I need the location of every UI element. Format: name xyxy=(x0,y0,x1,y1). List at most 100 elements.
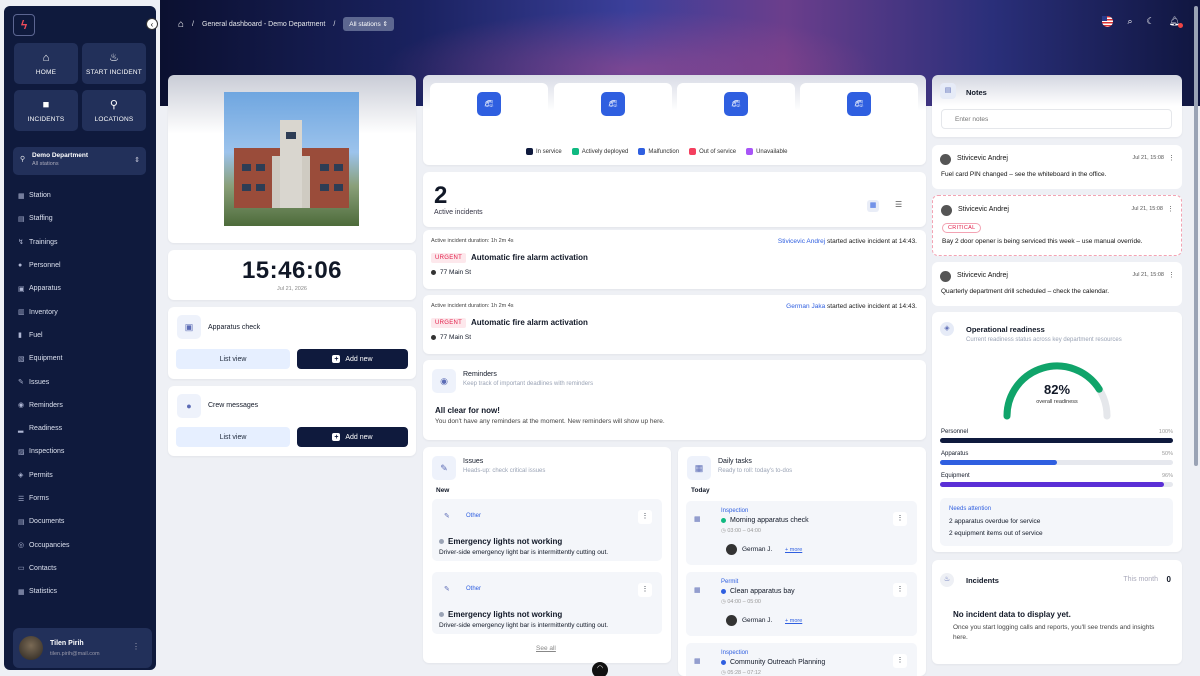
task-title-text: Morning apparatus check xyxy=(730,517,809,524)
sidebar-item-trainings[interactable]: ↯ Trainings xyxy=(13,231,146,254)
issue-item[interactable]: ✎ Other ⋮ Emergency lights not working Drive… xyxy=(432,572,662,634)
incident-duration: Active incident duration: 1h 2m 4s xyxy=(431,238,514,244)
quick-locations-button[interactable]: ⚲ LOCATIONS xyxy=(82,90,146,131)
reminders-empty-title: All clear for now! xyxy=(435,406,500,415)
bell-icon[interactable]: 🔔︎ xyxy=(1169,16,1183,28)
more-options-icon[interactable]: ⋮ xyxy=(893,512,907,526)
sidebar-item-fuel[interactable]: ▮ Fuel xyxy=(13,324,146,347)
breadcrumb: ⌂ / General dashboard - Demo Department … xyxy=(178,16,394,32)
app-logo-icon[interactable]: ϟ xyxy=(13,14,35,36)
sidebar-item-personnel[interactable]: ● Personnel xyxy=(13,254,146,277)
more-options-icon[interactable]: ⋮ xyxy=(1168,154,1175,162)
sidebar-item-apparatus[interactable]: ▣ Apparatus xyxy=(13,277,146,300)
apparatus-add-new-button[interactable]: + Add new xyxy=(297,349,408,369)
grid-view-icon[interactable]: ▦ xyxy=(867,200,879,212)
sidebar-item-forms[interactable]: ☰ Forms xyxy=(13,487,146,510)
sidebar-item-statistics[interactable]: ▦ Statistics xyxy=(13,580,146,603)
more-options-icon[interactable]: ⋮ xyxy=(893,654,907,668)
dark-mode-icon[interactable]: ☾ xyxy=(1146,16,1154,27)
note-item[interactable]: Stivicevic Andrej Jul 21, 15:08 ⋮ Fuel card… xyxy=(932,145,1182,189)
sidebar-item-inventory[interactable]: ▥ Inventory xyxy=(13,300,146,323)
more-users-link[interactable]: + more xyxy=(785,547,802,553)
us-flag-icon[interactable] xyxy=(1102,16,1114,27)
department-selector[interactable]: ⚲ Demo Department All stations ⇕ xyxy=(13,147,146,175)
more-options-icon[interactable]: ⋮ xyxy=(638,510,652,524)
issue-title-text: Emergency lights not working xyxy=(448,537,563,546)
sidebar-item-permits[interactable]: ◈ Permits xyxy=(13,464,146,487)
breadcrumb-separator: / xyxy=(333,20,336,28)
apparatus-tile[interactable]: 🚒︎ xyxy=(554,83,672,140)
sidebar-item-station[interactable]: ▦ Station xyxy=(13,184,146,207)
incident-user-link[interactable]: Stivicevic Andrej xyxy=(778,238,825,245)
quick-start-incident-button[interactable]: ♨ START INCIDENT xyxy=(82,43,146,84)
apparatus-list-view-button[interactable]: List view xyxy=(176,349,290,369)
apparatus-tile[interactable]: 🚒︎ xyxy=(430,83,548,140)
sidebar-item-inspections[interactable]: ▨ Inspections xyxy=(13,440,146,463)
apparatus-tile[interactable]: 🚒︎ xyxy=(800,83,918,140)
incident-user-link[interactable]: German Jaka xyxy=(786,303,825,310)
more-options-icon[interactable]: ⋮ xyxy=(1167,205,1174,213)
issues-icon: ✎ xyxy=(18,379,24,387)
sidebar-item-label: Equipment xyxy=(29,355,63,363)
notes-title: Notes xyxy=(966,88,987,97)
page-scrollbar[interactable] xyxy=(1194,6,1198,466)
note-item[interactable]: Stivicevic Andrej Jul 21, 15:08 ⋮ Quarterly… xyxy=(932,262,1182,306)
incident-stats-count: 0 xyxy=(1166,575,1171,584)
sidebar-item-label: Readiness xyxy=(29,425,63,433)
search-icon[interactable]: ⌕ xyxy=(1127,16,1132,27)
see-all-link[interactable]: See all xyxy=(536,645,556,652)
task-type-icon: ▦ xyxy=(694,516,701,523)
crew-list-view-button[interactable]: List view xyxy=(176,427,290,447)
sidebar-item-documents[interactable]: ▤ Documents xyxy=(13,510,146,533)
sidebar-nav: ▦ Station ▤ Staffing ↯ Trainings ● Personnel ▣ Ap… xyxy=(13,184,146,603)
task-user: German J. xyxy=(742,546,773,553)
stations-selector[interactable]: All stations ⇕ xyxy=(343,17,394,31)
sidebar-item-occupancies[interactable]: ◎ Occupancies xyxy=(13,533,146,556)
quick-home-button[interactable]: ⌂ HOME xyxy=(14,43,78,84)
sidebar-item-label: Fuel xyxy=(29,331,43,339)
sidebar-item-staffing[interactable]: ▤ Staffing xyxy=(13,207,146,230)
user-profile[interactable]: Tilen Pirih tilen.pirih@mail.com ⋮ xyxy=(13,628,152,668)
legend-swatch xyxy=(571,148,579,155)
legend-swatch xyxy=(638,148,646,155)
task-title: Clean apparatus bay xyxy=(721,588,795,595)
incident-stats-period[interactable]: This month xyxy=(1123,576,1158,583)
legend-item: Unavailable xyxy=(746,148,787,155)
task-item[interactable]: ▦ Permit Clean apparatus bay ⋮ ◷ 04:00 – 05:… xyxy=(686,572,917,636)
more-users-link[interactable]: + more xyxy=(785,618,802,624)
daily-tasks-card: ▦ Daily tasks Ready to roll: today's to-… xyxy=(678,447,926,676)
more-options-icon[interactable]: ⋮ xyxy=(638,583,652,597)
sidebar-item-issues[interactable]: ✎ Issues xyxy=(13,370,146,393)
chat-icon[interactable]: ◠ xyxy=(592,662,608,676)
task-item[interactable]: ▦ Inspection Morning apparatus check ⋮ ◷ 03:… xyxy=(686,501,917,565)
list-view-icon[interactable]: ☰ xyxy=(895,200,902,209)
crew-add-new-button[interactable]: + Add new xyxy=(297,427,408,447)
sidebar-item-readiness[interactable]: ▂ Readiness xyxy=(13,417,146,440)
sidebar-item-label: Station xyxy=(29,192,51,200)
avatar xyxy=(940,154,951,165)
more-options-icon[interactable]: ⋮ xyxy=(132,642,140,651)
breadcrumb-dashboard[interactable]: General dashboard - Demo Department xyxy=(202,21,325,28)
location-pin-icon xyxy=(431,335,436,340)
note-time: Jul 21, 15:08 xyxy=(1132,272,1165,278)
apparatus-tile[interactable]: 🚒︎ xyxy=(677,83,795,140)
clock-time: 15:46:06 xyxy=(241,257,343,284)
sidebar-item-contacts[interactable]: ▭ Contacts xyxy=(13,557,146,580)
incident-card[interactable]: Active incident duration: 1h 2m 4s Stivic… xyxy=(423,230,926,289)
note-author: Stivicevic Andrej xyxy=(957,272,1008,279)
incident-card[interactable]: Active incident duration: 1h 2m 4s German… xyxy=(423,295,926,354)
needs-attention-box: Needs attention 2 apparatus overdue for … xyxy=(940,498,1173,546)
more-options-icon[interactable]: ⋮ xyxy=(1168,271,1175,279)
issue-item[interactable]: ✎ Other ⋮ Emergency lights not working Drive… xyxy=(432,499,662,561)
sidebar-item-equipment[interactable]: ▧ Equipment xyxy=(13,347,146,370)
task-type: Permit xyxy=(721,579,739,585)
note-item[interactable]: Stivicevic Andrej Jul 21, 15:08 ⋮ CRITICAL B… xyxy=(932,195,1182,256)
notes-input[interactable] xyxy=(941,109,1172,129)
home-icon[interactable]: ⌂ xyxy=(178,19,184,30)
more-options-icon[interactable]: ⋮ xyxy=(893,583,907,597)
task-item[interactable]: ▦ Inspection Community Outreach Planning ⋮ ◷… xyxy=(686,643,917,676)
quick-incidents-button[interactable]: ■ INCIDENTS xyxy=(14,90,78,131)
task-time-text: 05:28 – 07:12 xyxy=(727,670,761,676)
collapse-sidebar-icon[interactable]: ‹ xyxy=(146,18,158,30)
sidebar-item-reminders[interactable]: ◉ Reminders xyxy=(13,394,146,417)
